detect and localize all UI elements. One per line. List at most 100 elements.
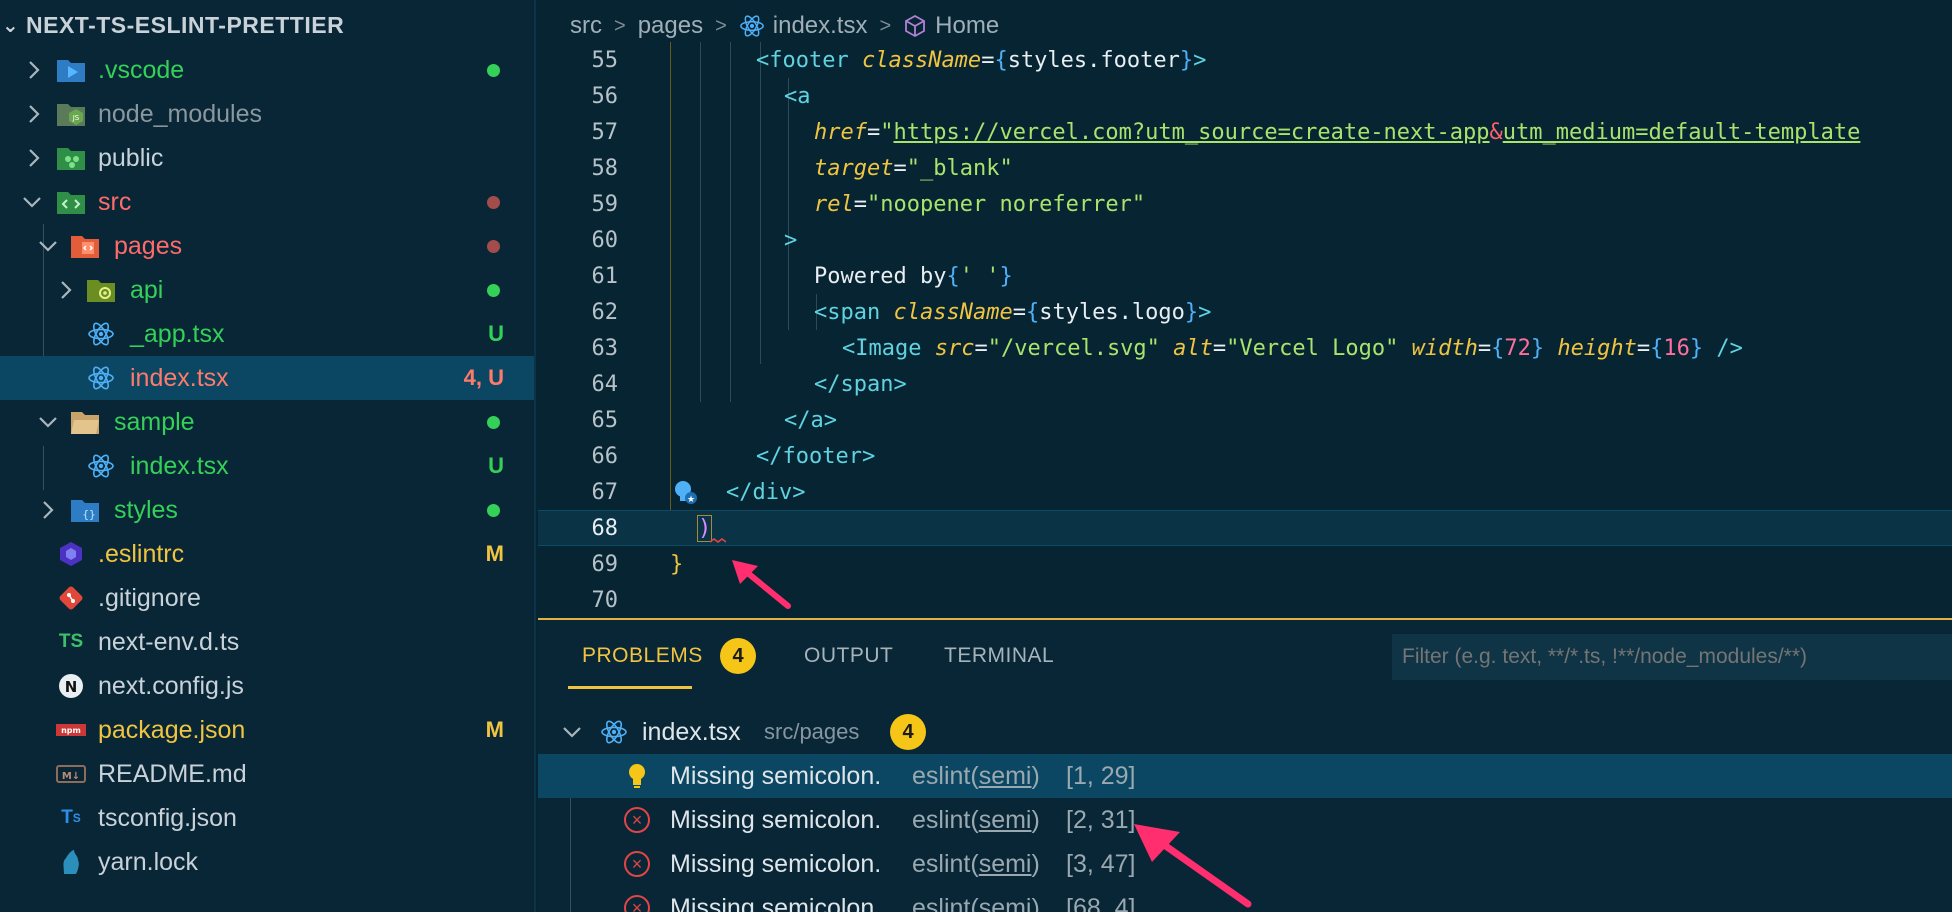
typescript-def-icon: TS [58,631,84,652]
code-editor[interactable]: src > pages > index.tsx > Home 55 <footer… [538,0,1952,618]
breadcrumb-symbol[interactable]: Home [935,12,999,40]
code-line[interactable]: 59 rel="noopener noreferrer" [538,186,1952,222]
problem-row[interactable]: Missing semicolon. eslint(semi) [1, 29] [538,754,1952,798]
react-icon [739,15,764,37]
tree-label: styles [114,495,178,524]
error-icon: × [624,851,650,877]
tab-output[interactable]: OUTPUT [804,644,893,668]
chevron-right-icon: > [614,14,626,37]
lightbulb-icon[interactable]: ★ [672,478,700,508]
chevron-down-icon[interactable] [36,234,60,258]
code-line[interactable]: 61 Powered by{' '} [538,258,1952,294]
git-status-dot [487,239,500,253]
chevron-right-icon[interactable] [22,102,46,126]
tree-label: .vscode [98,55,185,84]
tree-item-pages[interactable]: pages [0,224,534,268]
code-line[interactable]: 67 </div> [538,474,1952,510]
rule-link[interactable]: semi [979,762,1032,790]
react-icon [601,720,627,744]
svg-text:JS: JS [72,114,80,122]
chevron-right-icon[interactable] [36,498,60,522]
src-folder-icon [56,187,86,217]
tree-item-eslintrc[interactable]: .eslintrc M [0,532,534,576]
code-line[interactable]: 57 href="https://vercel.com?utm_source=cr… [538,114,1952,150]
problems-filter-input[interactable] [1392,634,1952,680]
code-line[interactable]: 64 </span> [538,366,1952,402]
chevron-right-icon[interactable] [22,58,46,82]
tree-item-src[interactable]: src [0,180,534,224]
breadcrumb-file[interactable]: index.tsx [773,12,868,40]
explorer-header[interactable]: ⌄ NEXT-TS-ESLINT-PRETTIER [0,0,534,50]
tree-item-styles[interactable]: {} styles [0,488,534,532]
chevron-down-icon[interactable] [560,720,584,744]
breadcrumb-src[interactable]: src [570,12,602,40]
tree-item-tsconfig[interactable]: TS tsconfig.json [0,796,534,840]
error-icon: × [624,895,650,912]
tab-terminal[interactable]: TERMINAL [944,644,1054,668]
tree-item-readme[interactable]: M↓ README.md [0,752,534,796]
code-line[interactable]: 62 <span className={styles.logo}> [538,294,1952,330]
code-line[interactable]: 65 </a> [538,402,1952,438]
tab-problems[interactable]: PROBLEMS [582,644,703,668]
problem-location: [68, 4] [1066,893,1136,912]
tree-item-public[interactable]: public [0,136,534,180]
code-line[interactable]: 58 target="_blank" [538,150,1952,186]
react-icon [86,363,116,393]
lightbulb-icon [629,764,645,788]
git-status-badge: M [485,717,504,742]
problem-message: Missing semicolon. [670,893,882,912]
tree-label: next.config.js [98,671,244,700]
chevron-right-icon[interactable] [54,278,78,302]
eslint-icon [56,539,86,569]
tree-item-index-tsx[interactable]: index.tsx 4, U [0,356,534,400]
code-line[interactable]: 55 <footer className={styles.footer}> [538,42,1952,78]
git-status-badge: U [488,453,504,478]
tree-item-api[interactable]: api [0,268,534,312]
breadcrumb-pages[interactable]: pages [638,12,703,40]
problem-file-path: src/pages [764,719,860,744]
rule-link[interactable]: semi [979,806,1032,834]
tree-label: node_modules [98,99,263,128]
tree-item-gitignore[interactable]: .gitignore [0,576,534,620]
git-status-dot [487,195,500,209]
git-status-badge: 4, U [463,365,504,390]
chevron-down-icon[interactable]: ⌄ [0,13,26,38]
tree-item-package-json[interactable]: npm package.json M [0,708,534,752]
rule-link[interactable]: semi [979,894,1032,912]
api-folder-icon [86,275,116,305]
chevron-down-icon[interactable] [20,190,44,214]
code-line[interactable]: 66 </footer> [538,438,1952,474]
tree-item-yarn-lock[interactable]: yarn.lock [0,840,534,884]
code-line[interactable]: 63 <Image src="/vercel.svg" alt="Vercel L… [538,330,1952,366]
problems-panel: PROBLEMS 4 OUTPUT TERMINAL index.tsx src… [538,618,1952,912]
problem-location: [2, 31] [1066,805,1136,834]
npm-icon: npm [56,715,86,745]
tree-item-next-config[interactable]: N next.config.js [0,664,534,708]
code-line-current[interactable]: 68) [538,510,1952,546]
chevron-down-icon[interactable] [36,410,60,434]
chevron-right-icon[interactable] [22,146,46,170]
problem-file-group[interactable]: index.tsx src/pages 4 [538,710,1952,754]
tree-item-app-tsx[interactable]: _app.tsx U [0,312,534,356]
tree-item-next-env[interactable]: TS next-env.d.ts [0,620,534,664]
problem-message: Missing semicolon. [670,761,882,790]
tree-label: .gitignore [98,583,201,612]
tree-label: pages [114,231,183,260]
svg-text:{}: {} [82,508,95,521]
code-line[interactable]: 60 > [538,222,1952,258]
git-status-badge: U [488,321,504,346]
problem-source: eslint(semi) [912,849,1040,878]
code-line[interactable]: 56 <a [538,78,1952,114]
rule-link[interactable]: semi [979,850,1032,878]
vscode-folder-icon [56,55,86,85]
tree-item-sample-index-tsx[interactable]: index.tsx U [0,444,534,488]
folder-open-icon [70,407,100,437]
tree-label: _app.tsx [130,319,225,348]
svg-text:N: N [65,678,78,696]
tree-label: public [98,143,164,172]
tree-item-node-modules[interactable]: JS node_modules [0,92,534,136]
tree-item-vscode[interactable]: .vscode [0,48,534,92]
tree-item-sample[interactable]: sample [0,400,534,444]
react-icon [86,319,116,349]
svg-text:npm: npm [61,726,81,735]
